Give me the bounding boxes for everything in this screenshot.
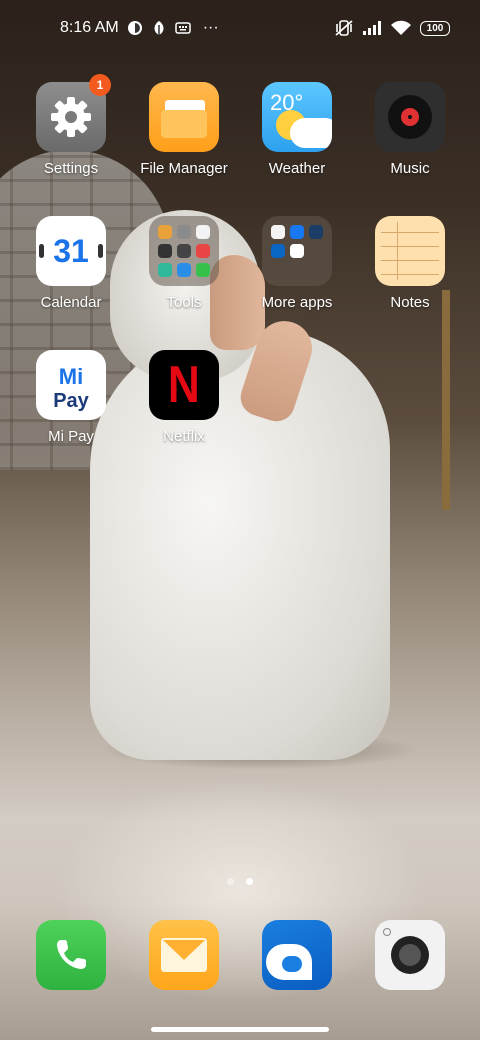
- page-dot: [227, 878, 234, 885]
- keyboard-notification-icon: [174, 21, 191, 35]
- tools-folder-icon: [149, 216, 219, 286]
- app-label: Mi Pay: [48, 428, 94, 445]
- settings-notification-badge: 1: [89, 74, 111, 96]
- page-dot-active: [246, 878, 253, 885]
- phone-icon: [57, 940, 86, 969]
- wallpaper-railing: [442, 290, 450, 510]
- app-netflix[interactable]: N Netflix: [129, 350, 239, 445]
- dock-browser[interactable]: [262, 920, 332, 990]
- app-label: More apps: [261, 294, 333, 311]
- status-bar: 8:16 AM ··· 100: [0, 0, 480, 56]
- mi-pay-logo-pay: Pay: [53, 390, 89, 412]
- calendar-icon: 31: [36, 216, 106, 286]
- app-file-manager[interactable]: File Manager: [129, 82, 239, 177]
- mi-pay-icon: Mi Pay: [36, 350, 106, 420]
- app-calendar[interactable]: 31 Calendar: [16, 216, 126, 311]
- more-apps-folder-icon: [262, 216, 332, 286]
- netflix-logo: N: [168, 356, 200, 414]
- status-time: 8:16 AM: [60, 19, 119, 36]
- battery-icon: 100: [420, 20, 450, 36]
- app-label: File Manager: [140, 160, 228, 177]
- music-disc-icon: [375, 82, 445, 152]
- home-gesture-bar[interactable]: [151, 1027, 329, 1032]
- app-notes[interactable]: Notes: [355, 216, 465, 311]
- app-label: Notes: [390, 294, 430, 311]
- folder-icon: [149, 82, 219, 152]
- app-label: Calendar: [40, 294, 102, 311]
- camera-icon: [391, 936, 429, 974]
- vibrate-mute-icon: [334, 19, 354, 37]
- weather-icon: 20°: [262, 82, 332, 152]
- dock-camera[interactable]: [375, 920, 445, 990]
- app-weather[interactable]: 20° Weather: [242, 82, 352, 177]
- app-label: Music: [390, 160, 430, 177]
- leaf-notification-icon: [151, 20, 167, 36]
- page-indicator[interactable]: [0, 878, 480, 885]
- notification-app-icon: [127, 20, 143, 36]
- app-label: Netflix: [163, 428, 205, 445]
- notes-icon: [375, 216, 445, 286]
- folder-more-apps[interactable]: More apps: [242, 216, 352, 311]
- calendar-date: 31: [53, 233, 89, 269]
- more-notifications-icon: ···: [202, 19, 219, 36]
- netflix-icon: N: [149, 350, 219, 420]
- app-label: Weather: [268, 160, 326, 177]
- signal-icon: [362, 20, 382, 36]
- app-label: Tools: [166, 294, 202, 311]
- app-settings[interactable]: Settings: [16, 82, 126, 177]
- mi-pay-logo-mi: Mi: [58, 364, 84, 389]
- folder-tools[interactable]: Tools: [129, 216, 239, 311]
- app-label: Settings: [43, 160, 99, 177]
- dock-messaging[interactable]: [149, 920, 219, 990]
- weather-temperature: 20°: [270, 90, 304, 115]
- app-music[interactable]: Music: [355, 82, 465, 177]
- wifi-icon: [390, 20, 412, 36]
- dock-phone[interactable]: [36, 920, 106, 990]
- app-mi-pay[interactable]: Mi Pay Mi Pay: [16, 350, 126, 445]
